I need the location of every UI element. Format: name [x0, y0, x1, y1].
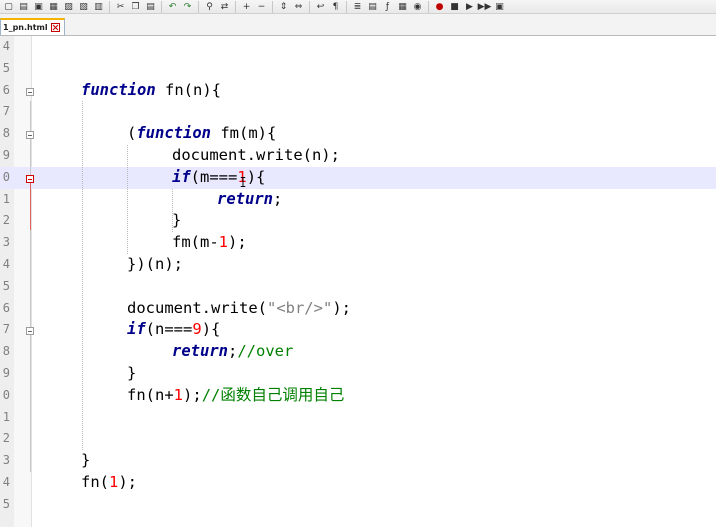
- line-number: 5: [2, 278, 10, 293]
- save-all-icon[interactable]: ▦: [47, 1, 60, 13]
- cut-icon[interactable]: ✂: [114, 1, 127, 13]
- line-number: 5: [2, 496, 10, 511]
- code-line: fn(n+1);//函数自己调用自己: [127, 385, 345, 404]
- code-line: if(m===1){: [172, 167, 266, 186]
- find-icon[interactable]: ⚲: [203, 1, 216, 13]
- indent-guide-icon[interactable]: ≣: [351, 1, 364, 13]
- line-number: 8: [2, 126, 10, 141]
- code-line: document.write(n);: [172, 146, 340, 164]
- code-line: document.write("<br/>");: [127, 298, 351, 317]
- current-line-highlight: [0, 166, 716, 189]
- tab-file[interactable]: 1_pn.html: [0, 18, 65, 35]
- text-cursor-icon: [240, 177, 246, 187]
- play-macro-icon[interactable]: ▶: [463, 1, 476, 13]
- toolbar-separator: [161, 0, 162, 13]
- toolbar-separator: [198, 0, 199, 13]
- tab-bar: 1_pn.html: [0, 14, 716, 36]
- line-number: 2: [2, 431, 10, 446]
- toolbar-separator: [428, 0, 429, 13]
- save-icon[interactable]: ▣: [32, 1, 45, 13]
- fold-toggle-icon[interactable]: [26, 87, 34, 96]
- code-line: fm(m-1);: [172, 233, 247, 252]
- redo-icon[interactable]: ↷: [181, 1, 194, 13]
- print-icon[interactable]: ▥: [92, 1, 105, 13]
- line-number: 9: [2, 148, 10, 162]
- code-line: return;: [217, 189, 283, 208]
- zoom-out-icon[interactable]: −: [255, 1, 268, 13]
- line-number: 6: [2, 300, 10, 315]
- new-file-icon[interactable]: ▢: [2, 1, 15, 13]
- toolbar-separator: [235, 0, 236, 13]
- line-number: 1: [2, 409, 10, 424]
- close-icon[interactable]: [50, 23, 60, 32]
- line-number: 8: [2, 344, 10, 359]
- line-number: 4: [2, 475, 10, 489]
- code-line: if(n===9){: [127, 320, 221, 339]
- line-number: 0: [2, 169, 10, 184]
- show-all-chars-icon[interactable]: ¶: [329, 1, 342, 13]
- monitoring-icon[interactable]: ◉: [411, 1, 424, 13]
- line-number: 1: [2, 191, 10, 206]
- line-number: 7: [2, 104, 10, 119]
- toolbar-separator: [346, 0, 347, 13]
- paste-icon[interactable]: ▤: [144, 1, 157, 13]
- line-number: 9: [2, 366, 10, 380]
- undo-icon[interactable]: ↶: [166, 1, 179, 13]
- line-number: 5: [2, 60, 10, 75]
- indent-guide: [127, 145, 128, 254]
- code-line: function fn(n){: [81, 80, 221, 99]
- indent-guide: [82, 101, 83, 451]
- sync-vertical-icon[interactable]: ⇕: [277, 1, 290, 13]
- record-macro-icon[interactable]: ●: [433, 1, 446, 13]
- code-line: (function fm(m){: [127, 124, 277, 143]
- line-number: 3: [2, 453, 10, 468]
- close-all-icon[interactable]: ▧: [77, 1, 90, 13]
- line-number: 4: [2, 39, 10, 53]
- toolbar-separator: [309, 0, 310, 13]
- fold-line-active: [30, 180, 31, 230]
- line-number: 6: [2, 82, 10, 97]
- sync-horizontal-icon[interactable]: ⇔: [292, 1, 305, 13]
- copy-icon[interactable]: ❐: [129, 1, 142, 13]
- play-multiple-macro-icon[interactable]: ▶▶: [478, 1, 492, 13]
- save-macro-icon[interactable]: ▣: [493, 1, 506, 13]
- fold-toggle-icon[interactable]: [26, 327, 34, 336]
- line-number: 0: [2, 387, 10, 402]
- zoom-in-icon[interactable]: +: [240, 1, 253, 13]
- code-line: fn(1);: [81, 473, 138, 491]
- stop-macro-icon[interactable]: ■: [448, 1, 461, 13]
- tab-label: 1_pn.html: [3, 23, 48, 32]
- open-file-icon[interactable]: ▤: [17, 1, 30, 13]
- code-line: return;//over: [172, 342, 294, 361]
- code-line: })(n);: [127, 255, 183, 273]
- code-line: }: [172, 211, 182, 230]
- fold-line: [30, 101, 31, 472]
- doc-map-icon[interactable]: ▤: [366, 1, 379, 13]
- line-number: 3: [2, 235, 10, 250]
- toolbar-separator: [272, 0, 273, 13]
- toolbar: ▢ ▤ ▣ ▦ ▨ ▧ ▥ ✂ ❐ ▤ ↶ ↷ ⚲ ⇄ + − ⇕ ⇔ ↩ ¶ ≣ ▤ ƒ ▦ ◉ ● ■ ▶ ▶▶ ▣: [0, 0, 716, 14]
- line-number: 4: [2, 257, 10, 271]
- function-list-icon[interactable]: ƒ: [381, 1, 394, 13]
- fold-toggle-icon[interactable]: [26, 174, 34, 183]
- folder-workspace-icon[interactable]: ▦: [396, 1, 409, 13]
- fold-toggle-icon[interactable]: [26, 131, 34, 140]
- code-line: }: [127, 364, 137, 382]
- word-wrap-icon[interactable]: ↩: [314, 1, 327, 13]
- line-number: 7: [2, 322, 10, 337]
- line-number: 2: [2, 213, 10, 228]
- toolbar-separator: [109, 0, 110, 13]
- code-line: }: [81, 451, 91, 470]
- close-icon[interactable]: ▨: [62, 1, 75, 13]
- code-editor[interactable]: 4 5 6 7 8 9 0 1 2 3 4 5 6 7 8 9 0 1 2 3 4 5 function fn(n){ (…: [0, 36, 716, 527]
- replace-icon[interactable]: ⇄: [218, 1, 231, 13]
